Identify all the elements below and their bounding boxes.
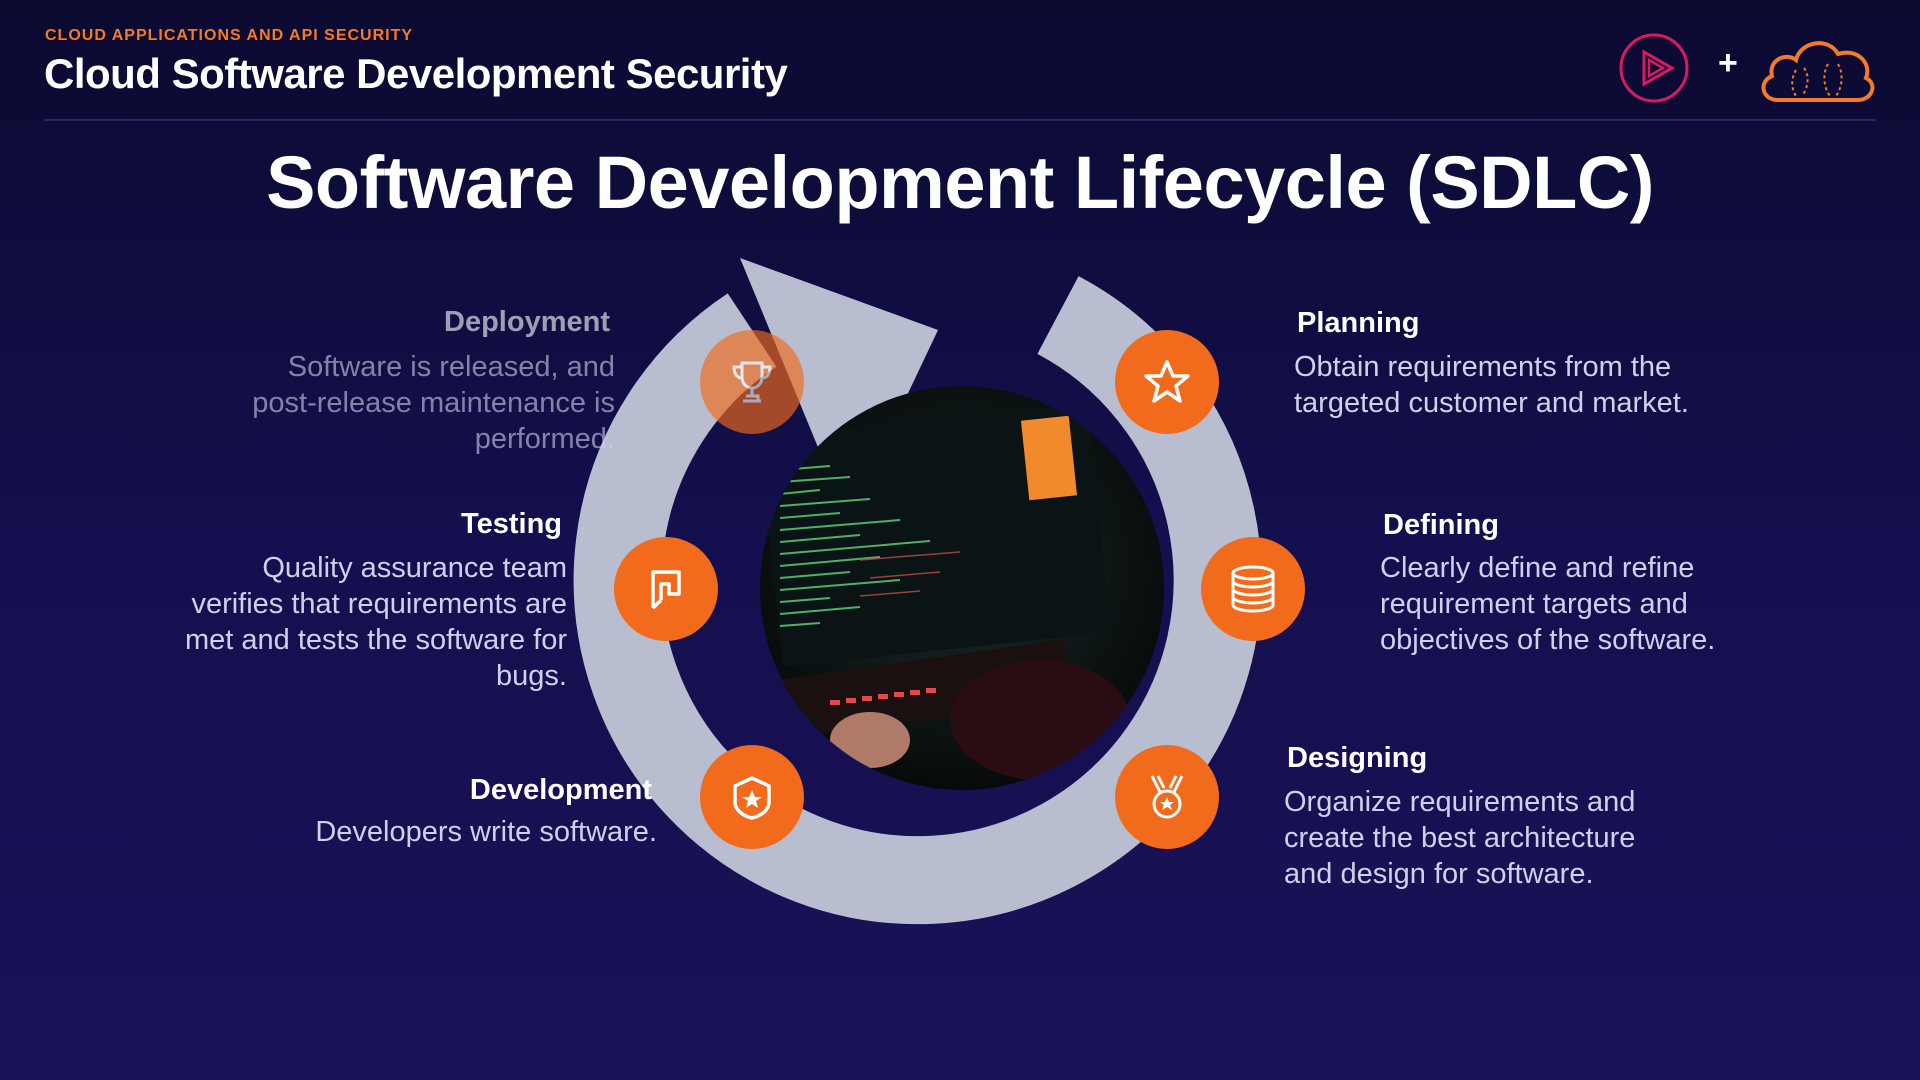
defining-desc-line: objectives of the software. — [1380, 624, 1716, 656]
deployment-desc-line: post-release maintenance is — [252, 387, 615, 419]
deployment-desc-line: Software is released, and — [287, 351, 615, 383]
designing-desc-line: Organize requirements and — [1284, 786, 1636, 818]
planning-stage-description: Obtain requirements from the targeted cu… — [1294, 349, 1794, 421]
testing-desc-line: Quality assurance team — [262, 552, 567, 584]
defining-desc-line: requirement targets and — [1380, 588, 1688, 620]
defining-desc-line: Clearly define and refine — [1380, 552, 1695, 584]
testing-desc-line: bugs. — [496, 660, 567, 692]
deployment-stage-icon-badge — [700, 330, 804, 434]
planning-desc-line: Obtain requirements from the — [1294, 351, 1672, 383]
planning-desc-line: targeted customer and market. — [1294, 387, 1689, 419]
trophy-icon — [732, 361, 772, 403]
development-stage-name: Development — [469, 774, 652, 806]
shield-star-icon — [733, 776, 771, 820]
development-desc-line: Developers write software. — [315, 816, 657, 848]
testing-stage-description: Quality assurance team verifies that req… — [60, 550, 567, 694]
flag-icon — [651, 570, 681, 610]
defining-stage-description: Clearly define and refine requirement ta… — [1380, 550, 1880, 658]
laptop-code-photo — [760, 386, 1164, 790]
testing-stage-name: Testing — [461, 508, 562, 540]
designing-stage-name: Designing — [1287, 742, 1428, 774]
deployment-desc-line: performed. — [474, 423, 615, 455]
testing-stage-icon-badge — [614, 537, 718, 641]
designing-stage-icon-badge — [1115, 745, 1219, 849]
defining-stage-icon-badge — [1201, 537, 1305, 641]
star-icon — [1144, 360, 1190, 403]
testing-desc-line: met and tests the software for — [184, 624, 567, 656]
designing-desc-line: create the best architecture — [1284, 822, 1636, 854]
testing-desc-line: verifies that requirements are — [191, 588, 567, 620]
designing-stage-description: Organize requirements and create the bes… — [1284, 784, 1784, 892]
planning-stage-icon-badge — [1115, 330, 1219, 434]
designing-desc-line: and design for software. — [1284, 858, 1594, 890]
database-icon — [1231, 565, 1275, 613]
planning-stage-name: Planning — [1297, 307, 1420, 339]
deployment-stage-name: Deployment — [444, 306, 610, 338]
development-stage-description: Developers write software. — [150, 814, 657, 850]
development-stage-icon-badge — [700, 745, 804, 849]
defining-stage-name: Defining — [1383, 509, 1499, 541]
medal-icon — [1150, 775, 1184, 819]
deployment-stage-description: Software is released, and post-release m… — [115, 349, 615, 457]
